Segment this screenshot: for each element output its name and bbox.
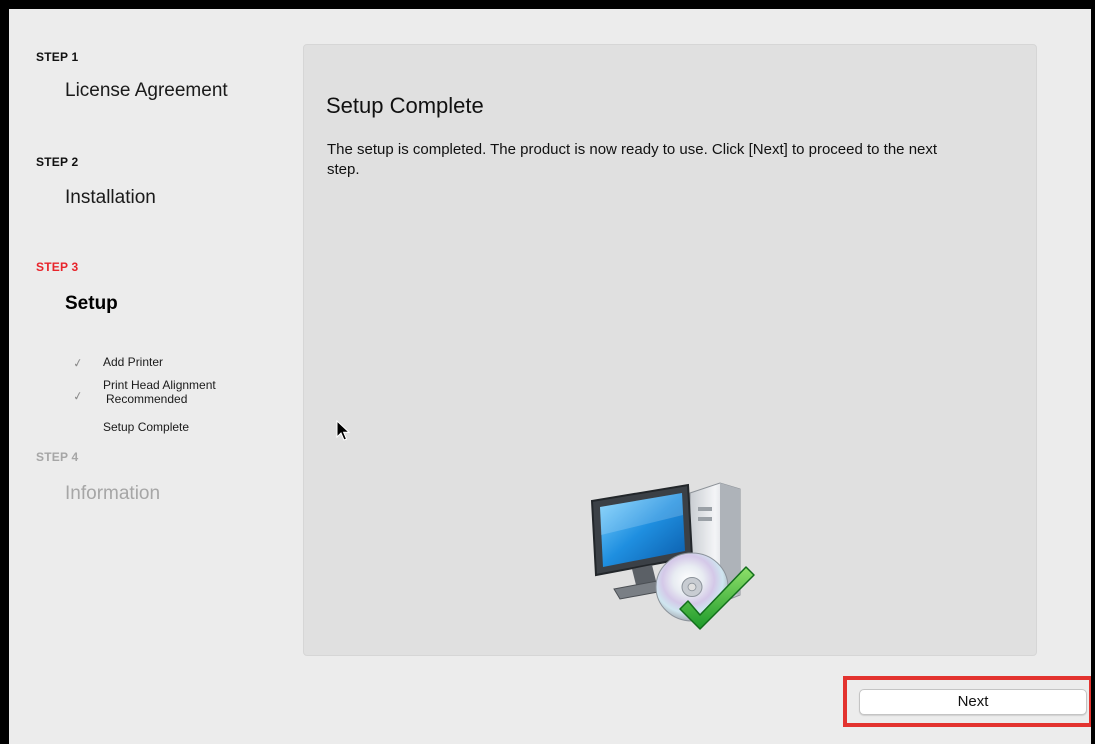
step-3-label: STEP 3 — [36, 260, 79, 274]
installer-window: STEP 1 License Agreement STEP 2 Installa… — [9, 9, 1091, 744]
setup-description: The setup is completed. The product is n… — [327, 141, 938, 178]
step-4-title: Information — [65, 483, 161, 504]
step-4-label: STEP 4 — [36, 450, 79, 464]
checkmark-icon: ✓ — [71, 388, 85, 404]
substep-setup-complete: Setup Complete — [103, 420, 190, 434]
computer-disc-checkmark-icon — [590, 482, 755, 630]
content-panel: Setup Complete The setup is completed. T… — [303, 44, 1037, 656]
step-1-title: License Agreement — [65, 80, 228, 101]
steps-sidebar: STEP 1 License Agreement STEP 2 Installa… — [9, 9, 299, 744]
substep-print-head-alignment-line2: Recommended — [106, 392, 188, 406]
substep-print-head-alignment: Print Head Alignment Recommended — [103, 378, 216, 406]
step-2-label: STEP 2 — [36, 155, 79, 169]
checkmark-icon: ✓ — [71, 355, 85, 371]
next-button[interactable]: Next — [859, 689, 1087, 715]
step-3-title: Setup — [65, 293, 118, 314]
substep-print-head-alignment-line1: Print Head Alignment — [103, 378, 216, 392]
page-title: Setup Complete — [326, 93, 484, 118]
substep-add-printer: Add Printer — [103, 355, 164, 369]
step-2-title: Installation — [65, 187, 156, 208]
step-1-label: STEP 1 — [36, 50, 79, 64]
mouse-cursor-icon — [336, 420, 351, 441]
